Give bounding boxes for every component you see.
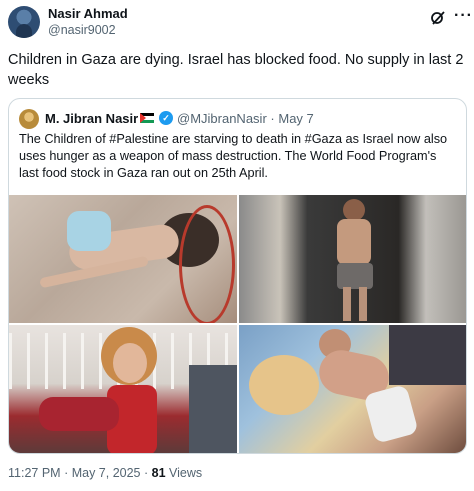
quoted-post[interactable]: M. Jibran Nasir ✓ @MJibranNasir · May 7 …	[8, 98, 467, 454]
media-photo-3[interactable]	[9, 325, 237, 453]
quote-author-name: M. Jibran Nasir	[45, 111, 139, 126]
media-photo-1[interactable]	[9, 195, 237, 323]
meta-separator: ·	[64, 466, 69, 480]
views-label: Views	[169, 466, 203, 480]
media-photo-2[interactable]	[239, 195, 466, 323]
post-time[interactable]: 11:27 PM	[8, 466, 61, 480]
quote-separator: ·	[270, 111, 275, 126]
post-meta: 11:27 PM · May 7, 2025 · 81 Views	[8, 466, 202, 480]
views-count[interactable]: 81	[152, 466, 166, 480]
quote-date: May 7	[278, 111, 314, 126]
quote-text: The Children of #Palestine are starving …	[19, 132, 448, 180]
media-photo-4[interactable]	[239, 325, 466, 453]
author-handle[interactable]: @nasir9002	[48, 23, 116, 37]
palestine-flag-icon	[140, 113, 154, 123]
author-name[interactable]: Nasir Ahmad	[48, 6, 128, 21]
grok-icon[interactable]	[430, 10, 446, 26]
post-date[interactable]: May 7, 2025	[72, 466, 141, 480]
quote-author-handle-date: @MJibranNasir · May 7	[177, 111, 314, 126]
quote-author-avatar	[19, 109, 39, 129]
author-avatar[interactable]	[8, 6, 40, 38]
meta-separator: ·	[144, 466, 149, 480]
more-options-icon[interactable]: ···	[454, 8, 473, 24]
verified-badge-icon: ✓	[159, 111, 173, 125]
post-text: Children in Gaza are dying. Israel has b…	[8, 52, 464, 88]
quote-author-handle: @MJibranNasir	[177, 111, 267, 126]
post-header: Nasir Ahmad @nasir9002 ···	[8, 4, 472, 40]
